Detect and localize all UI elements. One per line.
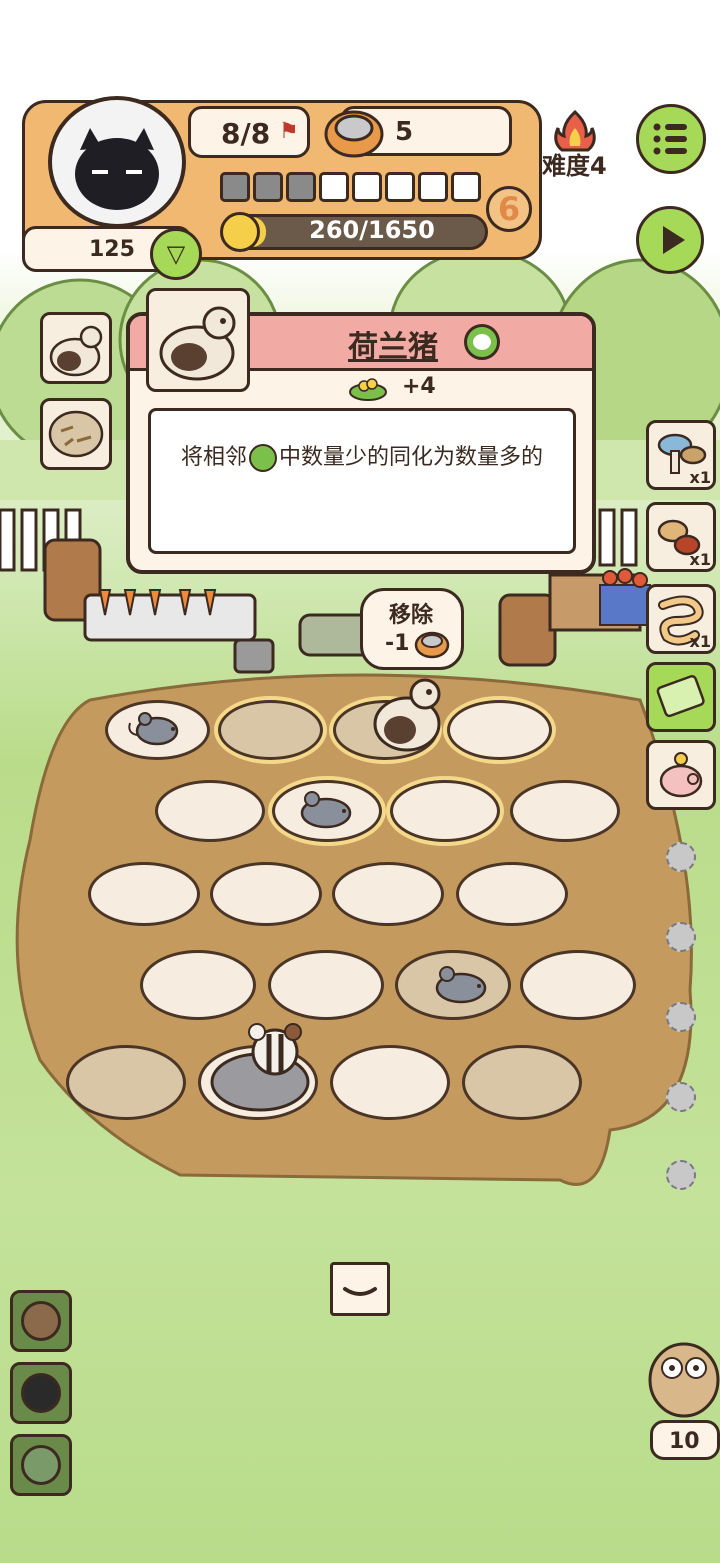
burrow-hole[interactable] [155,780,265,842]
flag-icon: ⚑ [279,119,299,144]
gear-decoration-icon [666,1082,696,1112]
burrow-hole-hay[interactable] [462,1045,582,1120]
level-number: 6 [497,190,521,228]
burrow-tag-icon [464,324,500,360]
xp-text: 260/1650 [309,216,435,244]
food-bowl-icon [414,631,450,659]
progress-segment [220,172,250,202]
creature-silhouette-icon [21,1373,61,1413]
owl-count: 10 [669,1429,700,1454]
expand-button[interactable]: ▽ [150,228,202,280]
burrow-hole-hay[interactable] [218,700,323,760]
piggy-bank-icon [659,752,703,798]
collapse-drawer-button[interactable] [330,1262,390,1316]
progress-segment [385,172,415,202]
menu-list-icon [653,123,687,155]
remove-button[interactable]: 移除 -1 [360,588,464,670]
gear-decoration-icon [666,1002,696,1032]
gear-decoration-icon [666,1160,696,1190]
description-text-start: 将相邻 [180,445,247,470]
creature-slot-button[interactable] [10,1362,72,1424]
food-bowl-icon [324,110,384,158]
ticket-item[interactable] [646,662,716,732]
game-scene: 8/8 ⚑ 5 260/1650 6 125 ▽ 难度4 x1 x1 x1 荷兰… [0,0,720,1563]
owl-icon[interactable] [640,1330,720,1420]
creature-slot-button[interactable] [10,1434,72,1496]
piggy-bank-item[interactable] [646,740,716,810]
hay-icon [48,410,104,458]
worm-item[interactable]: x1 [646,584,716,654]
peanut-item[interactable]: x1 [646,502,716,572]
burrow-hole[interactable] [520,950,636,1020]
guinea-pig-icon [49,325,103,377]
burrow-hole[interactable] [447,700,552,760]
item-count: x1 [689,468,711,487]
play-button[interactable] [636,206,704,274]
guinea-pig-icon[interactable] [365,672,450,757]
coin-icon [220,212,260,252]
burrow-hole[interactable] [88,862,200,926]
difficulty-label: 难度4 [542,152,607,180]
hay-thumbnail[interactable] [40,398,112,470]
item-count: x1 [689,632,711,651]
stage-progress-text: 8/8 [221,117,271,150]
mouse-icon[interactable] [425,960,495,1010]
burrow-hole[interactable] [510,780,620,842]
food-count: 5 [395,117,414,147]
guinea-pig-icon [159,306,236,381]
progress-segment [352,172,382,202]
food-plate-icon [349,378,387,401]
burrow-hole[interactable] [332,862,444,926]
owl-counter: 10 [650,1420,720,1460]
menu-button[interactable] [636,104,706,174]
burrow-hole[interactable] [210,862,322,926]
ticket-icon [656,675,705,718]
ability-description: 将相邻 中数量少的同化为数量多的 [148,408,576,554]
mushroom-item[interactable]: x1 [646,420,716,490]
coin-count: 125 [89,237,135,262]
stage-progress-box: 8/8 ⚑ [188,106,310,158]
segment-bar [220,172,490,206]
creature-name: 荷兰猪 [348,330,438,365]
black-cat-icon [75,128,159,210]
progress-segment [319,172,349,202]
burrow-hole-hay[interactable] [66,1045,186,1120]
smile-arc-icon [343,1287,377,1296]
creature-silhouette-icon [21,1301,61,1341]
progress-segment [286,172,316,202]
creature-slot-button[interactable] [10,1290,72,1352]
badger-icon[interactable] [205,1020,315,1115]
gear-decoration-icon [666,922,696,952]
remove-cost: -1 [385,631,410,656]
progress-segment [451,172,481,202]
mouse-icon[interactable] [290,785,360,835]
play-icon [663,226,685,254]
burrow-inline-icon [249,444,277,472]
item-count: x1 [689,550,711,569]
chevron-down-icon: ▽ [166,240,186,268]
burrow-hole[interactable] [140,950,256,1020]
burrow-hole[interactable] [390,780,500,842]
gear-decoration-icon [666,842,696,872]
creature-silhouette-icon [21,1445,61,1485]
level-badge: 6 [486,186,532,232]
remove-label: 移除 [389,603,434,628]
progress-segment [418,172,448,202]
avatar[interactable] [48,96,186,228]
progress-segment [253,172,283,202]
description-text-end: 中数量少的同化为数量多的 [279,445,544,470]
guinea-pig-thumbnail[interactable] [40,312,112,384]
burrow-hole[interactable] [268,950,384,1020]
burrow-hole[interactable] [456,862,568,926]
burrow-hole[interactable] [330,1045,450,1120]
food-bonus: +4 [402,374,436,399]
mouse-icon[interactable] [125,705,185,750]
creature-portrait [146,288,250,392]
